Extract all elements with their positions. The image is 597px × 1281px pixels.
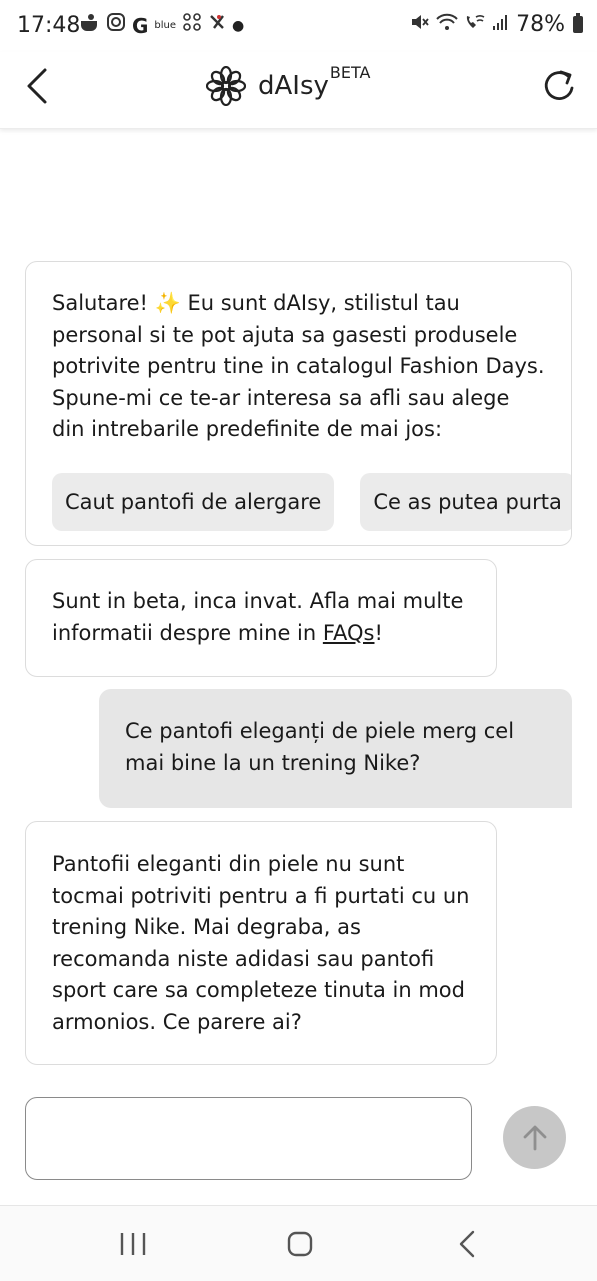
user-message: Ce pantofi eleganți de piele merg cel ma… (99, 689, 572, 808)
system-nav-bar (0, 1205, 597, 1281)
nav-recents-button[interactable] (113, 1226, 153, 1262)
app-header: dAIsy BETA (0, 52, 597, 129)
nav-back-button[interactable] (448, 1226, 488, 1262)
brand-name: dAIsy (258, 71, 329, 101)
wifi-icon (436, 13, 458, 36)
chevron-left-icon (27, 68, 47, 104)
user-message-text: Ce pantofi eleganți de piele merg cel ma… (125, 719, 515, 775)
pot-icon (78, 13, 100, 39)
nav-home-button[interactable] (280, 1226, 320, 1262)
fan-icon (182, 12, 202, 40)
instagram-icon (106, 12, 126, 40)
mute-icon (410, 12, 430, 37)
brand: dAIsy BETA (206, 62, 371, 108)
beta-notice-body: Sunt in beta, inca invat. Afla mai multe… (52, 589, 464, 645)
battery-icon (573, 13, 583, 33)
recents-icon (120, 1233, 146, 1255)
google-icon: G (132, 14, 149, 38)
app-logo-icon (208, 13, 226, 39)
bot-beta-notice: Sunt in beta, inca invat. Afla mai multe… (25, 559, 497, 677)
beta-badge: BETA (329, 62, 371, 82)
suggestion-chips: Caut pantofi de alergare Ce as putea pur… (52, 473, 571, 531)
wifi-call-icon (464, 13, 486, 36)
bot-reply-message: Pantofii eleganti din piele nu sunt tocm… (25, 821, 497, 1065)
refresh-icon (544, 70, 574, 100)
status-bar: 17:48 G blue ● 78% (0, 0, 597, 52)
refresh-button[interactable] (539, 64, 579, 108)
battery-percent: 78% (516, 12, 565, 37)
bot-welcome-message: Salutare! ✨ Eu sunt dAIsy, stilistul tau… (25, 261, 572, 546)
system-status-icons: 78% (410, 12, 583, 37)
bot-reply-text: Pantofii eleganti din piele nu sunt tocm… (52, 852, 470, 1034)
blue-app-icon: blue (154, 20, 177, 31)
status-time: 17:48 (17, 13, 81, 38)
nav-back-icon (459, 1230, 475, 1258)
suggestion-chip[interactable]: Ce as putea purta (360, 473, 571, 531)
beta-notice-end: ! (374, 620, 383, 645)
signal-icon (492, 14, 510, 35)
dot-icon: ● (232, 18, 245, 34)
chat-area[interactable]: Salutare! ✨ Eu sunt dAIsy, stilistul tau… (0, 129, 597, 1204)
back-button[interactable] (20, 64, 60, 108)
suggestion-chip[interactable]: Caut pantofi de alergare (52, 473, 335, 531)
welcome-text: Salutare! ✨ Eu sunt dAIsy, stilistul tau… (52, 291, 545, 441)
arrow-up-icon (523, 1125, 546, 1150)
notification-icons: G blue ● (78, 12, 244, 40)
home-icon (287, 1231, 313, 1257)
beta-notice-text: Sunt in beta, inca invat. Afla mai multe… (52, 586, 470, 649)
faqs-link[interactable]: FAQs (323, 621, 375, 645)
message-input[interactable] (25, 1097, 472, 1180)
send-button[interactable] (503, 1106, 566, 1169)
daisy-flower-icon (206, 66, 246, 106)
